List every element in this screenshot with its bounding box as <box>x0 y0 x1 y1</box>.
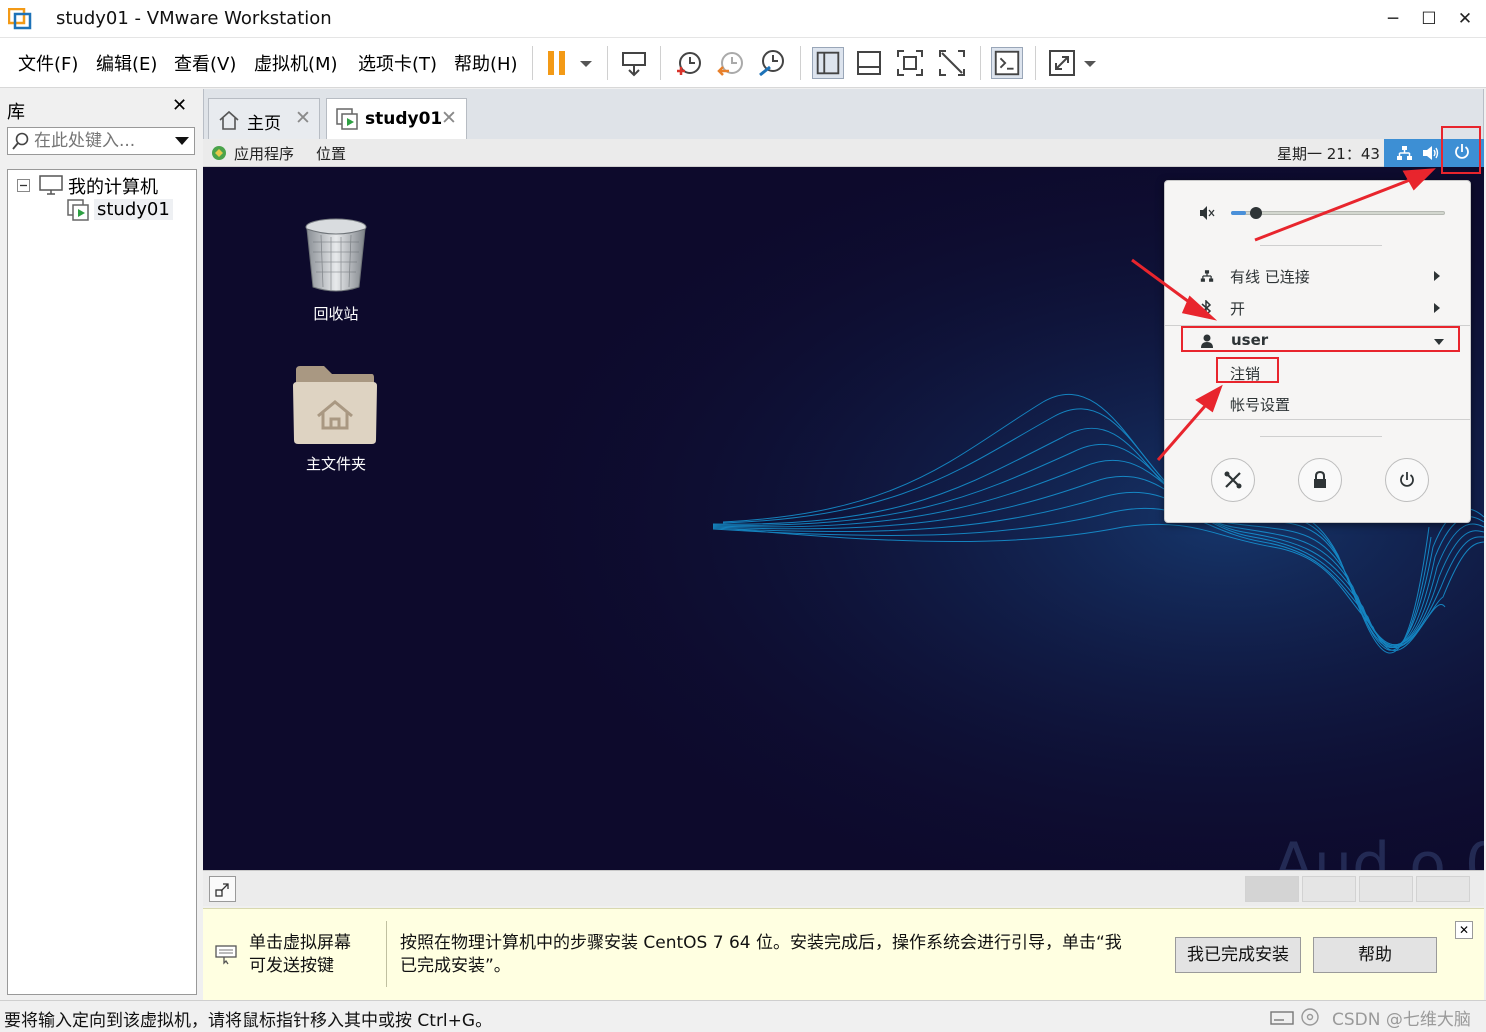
computer-icon <box>39 175 63 195</box>
toolbar-separator <box>980 46 981 80</box>
toolbar-separator <box>607 46 608 80</box>
lock-icon <box>1314 471 1326 488</box>
tab-study01-label: study01 <box>365 109 443 129</box>
network-icon <box>1397 146 1412 160</box>
toolbar-separator <box>1035 46 1036 80</box>
hard-disk-icon[interactable] <box>1270 1008 1294 1026</box>
menu-edit[interactable]: 编辑(E) <box>96 50 157 76</box>
menu-help[interactable]: 帮助(H) <box>454 50 518 76</box>
places-menu[interactable]: 位置 <box>316 143 346 164</box>
thumbnail-bar-icon[interactable] <box>853 47 885 79</box>
device-status-slot[interactable] <box>1416 876 1470 902</box>
resize-icon <box>215 883 229 897</box>
menu-tabs[interactable]: 选项卡(T) <box>358 50 437 76</box>
search-icon <box>12 132 29 150</box>
fit-window-button[interactable] <box>209 876 236 902</box>
library-panel: 库 ✕ 我的计算机 study01 <box>0 89 201 999</box>
window-title: study01 - VMware Workstation <box>56 8 332 29</box>
status-message: 要将输入定向到该虚拟机，请将鼠标指针移入其中或按 Ctrl+G。 <box>4 1011 493 1031</box>
device-status-slot[interactable] <box>1302 876 1356 902</box>
home-folder-icon[interactable] <box>292 364 378 446</box>
hint-close-button[interactable]: ✕ <box>1455 921 1473 939</box>
tab-strip: 主页 ✕ study01 ✕ <box>203 89 1484 139</box>
cd-rom-icon[interactable] <box>1300 1007 1320 1027</box>
tab-study01-close-button[interactable]: ✕ <box>441 107 457 129</box>
applications-icon <box>212 146 226 160</box>
tab-study01[interactable]: study01 ✕ <box>326 98 467 139</box>
tab-home-close-button[interactable]: ✕ <box>295 107 311 129</box>
library-search-box <box>7 127 195 155</box>
pause-icon[interactable] <box>544 47 576 79</box>
revert-snapshot-icon[interactable] <box>715 47 747 79</box>
desktop-home-folder-label[interactable]: 主文件夹 <box>276 453 396 474</box>
library-search-input[interactable] <box>34 130 164 152</box>
full-screen-icon[interactable] <box>894 47 926 79</box>
library-title: 库 <box>7 102 25 123</box>
toolbar-separator <box>660 46 661 80</box>
install-hint-bar: 单击虚拟屏幕 可发送按键 按照在物理计算机中的步骤安装 CentOS 7 64 … <box>203 908 1484 1000</box>
vmware-logo-icon <box>8 8 32 30</box>
close-window-button[interactable]: ✕ <box>1450 4 1480 34</box>
status-bar: 要将输入定向到该虚拟机，请将鼠标指针移入其中或按 Ctrl+G。 CSDN @七… <box>0 1000 1486 1032</box>
chevron-down-icon[interactable] <box>576 47 596 79</box>
hint-divider <box>386 921 387 987</box>
install-complete-button[interactable]: 我已完成安装 <box>1175 937 1301 973</box>
tools-icon <box>1224 471 1242 489</box>
device-status-slot[interactable] <box>1245 876 1299 902</box>
hint-click-line2: 可发送按键 <box>249 956 334 976</box>
tab-home[interactable]: 主页 ✕ <box>208 98 320 139</box>
chevron-down-icon[interactable] <box>1080 47 1100 79</box>
maximize-button[interactable]: ☐ <box>1414 4 1444 34</box>
power-icon <box>1400 472 1414 487</box>
show-library-icon[interactable] <box>812 47 844 79</box>
device-status-slot[interactable] <box>1359 876 1413 902</box>
hint-message-line2: 已完成安装”。 <box>400 956 511 976</box>
menu-vm[interactable]: 虚拟机(M) <box>254 50 338 76</box>
menu-view[interactable]: 查看(V) <box>174 50 236 76</box>
stretch-guest-icon[interactable] <box>1046 47 1078 79</box>
annotation-highlight-power <box>1441 126 1481 174</box>
keyboard-click-icon <box>215 945 237 965</box>
hint-help-button[interactable]: 帮助 <box>1313 937 1437 973</box>
toolbar-separator <box>532 46 533 80</box>
unity-mode-icon[interactable] <box>936 47 968 79</box>
library-close-button[interactable]: ✕ <box>172 95 187 116</box>
vm-running-icon <box>67 199 89 221</box>
snapshot-icon[interactable] <box>673 47 705 79</box>
hint-click-line1: 单击虚拟屏幕 <box>249 933 351 953</box>
svg-text:Aud o 08: Aud o 08 <box>1273 830 1484 870</box>
annotation-arrows <box>1131 168 1436 461</box>
send-ctrl-alt-del-icon[interactable] <box>618 47 650 79</box>
snapshot-manager-icon[interactable] <box>756 47 788 79</box>
home-icon <box>219 110 239 130</box>
minimize-button[interactable]: ─ <box>1378 4 1408 34</box>
library-tree: 我的计算机 study01 <box>7 169 197 995</box>
volume-icon <box>1423 146 1439 160</box>
applications-menu[interactable]: 应用程序 <box>234 143 294 164</box>
tree-item-study01[interactable]: study01 <box>94 199 173 220</box>
title-bar: study01 - VMware Workstation ─ ☐ ✕ <box>0 0 1486 38</box>
menu-toolbar: 文件(F) 编辑(E) 查看(V) 虚拟机(M) 选项卡(T) 帮助(H) <box>0 38 1486 88</box>
desktop-trash-label[interactable]: 回收站 <box>276 303 396 324</box>
vm-running-icon <box>336 108 358 130</box>
tab-home-label: 主页 <box>247 114 281 134</box>
tree-item-my-computer[interactable]: 我的计算机 <box>68 173 158 199</box>
collapse-icon[interactable] <box>17 179 30 192</box>
hint-message-line1: 按照在物理计算机中的步骤安装 CentOS 7 64 位。安装完成后，操作系统会… <box>400 933 1122 953</box>
chevron-down-icon[interactable] <box>174 135 190 147</box>
csdn-watermark: CSDN @七维大脑 <box>1332 1010 1471 1030</box>
vm-status-strip <box>203 870 1484 906</box>
menu-file[interactable]: 文件(F) <box>18 50 78 76</box>
console-view-icon[interactable] <box>991 47 1023 79</box>
trash-icon[interactable] <box>303 217 369 293</box>
toolbar-separator <box>800 46 801 80</box>
